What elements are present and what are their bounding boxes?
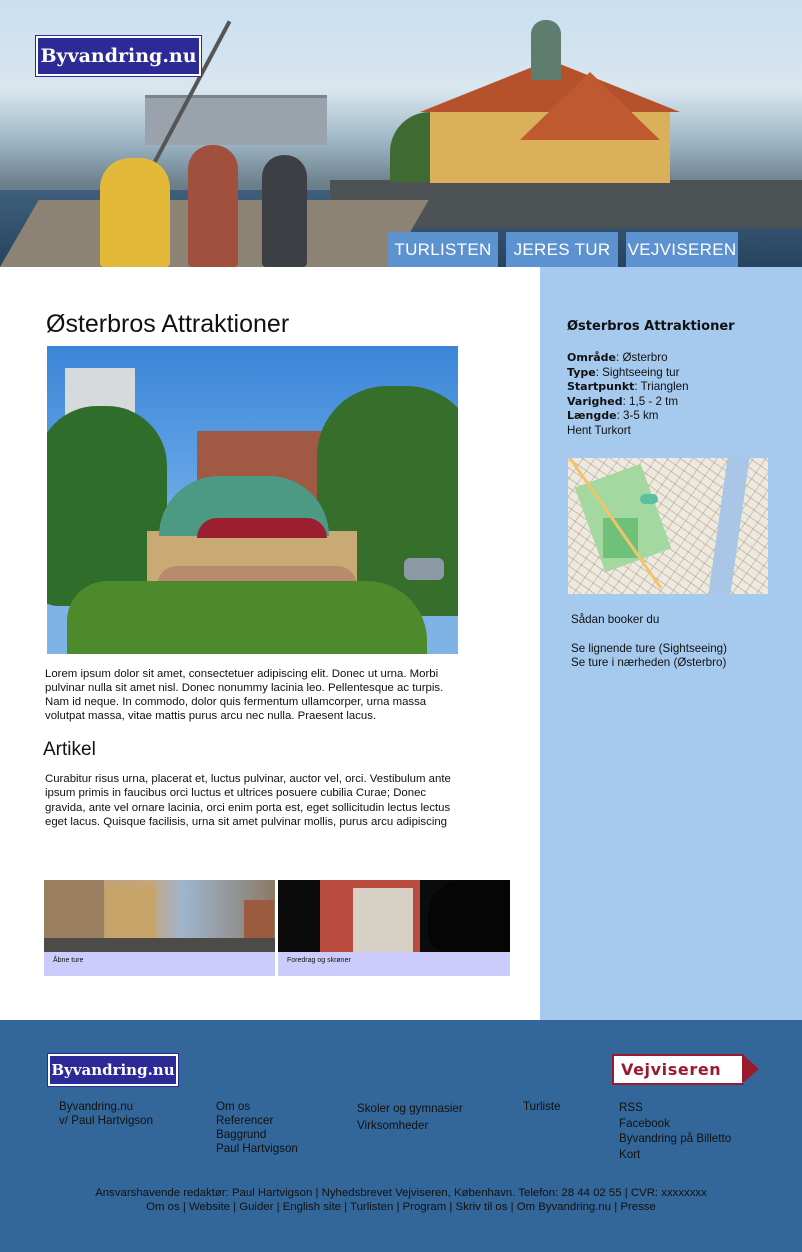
sidebar: Østerbros Attraktioner Område: Østerbro … bbox=[540, 267, 802, 1020]
footer-link-virksomheder[interactable]: Virksomheder bbox=[357, 1117, 463, 1134]
area-map[interactable] bbox=[568, 458, 768, 594]
footer-sitelinks[interactable]: Om os | Website | Guider | English site … bbox=[0, 1201, 802, 1213]
vejviseren-badge[interactable]: Vejviseren bbox=[612, 1054, 759, 1085]
info-varighed: Varighed: 1,5 - 2 tm bbox=[567, 394, 678, 408]
hero-plants bbox=[67, 581, 427, 654]
footer-link-paul[interactable]: Paul Hartvigson bbox=[216, 1142, 298, 1156]
footer-link-om-os[interactable]: Om os bbox=[216, 1100, 298, 1114]
intro-paragraph: Lorem ipsum dolor sit amet, consectetuer… bbox=[45, 668, 444, 722]
footer-logo[interactable]: Byvandring.nu bbox=[47, 1053, 179, 1087]
turkort-link[interactable]: Hent Turkort bbox=[567, 424, 689, 439]
main-content: Østerbros Attraktioner Lorem ipsum dolor… bbox=[0, 267, 540, 1020]
nav-vejviseren[interactable]: VEJVISEREN bbox=[626, 232, 738, 267]
footer-link-kort[interactable]: Kort bbox=[619, 1147, 731, 1163]
footer: Byvandring.nu Vejviseren Byvandring.nu v… bbox=[0, 1020, 802, 1252]
header-banner: Byvandring.nu TURLISTEN JERES TUR VEJVIS… bbox=[0, 0, 802, 267]
nav-jeres-tur[interactable]: JERES TUR bbox=[506, 232, 618, 267]
card-abne-ture[interactable]: Åbne ture bbox=[44, 880, 275, 976]
article-heading: Artikel bbox=[43, 739, 96, 760]
card-label: Foredrag og skrøner bbox=[287, 957, 351, 964]
footer-imprint: Ansvarshavende redaktør: Paul Hartvigson… bbox=[95, 1187, 707, 1199]
banner-cyclist bbox=[262, 155, 307, 267]
footer-col-tours: Turliste bbox=[523, 1100, 561, 1114]
info-omrade: Område: Østerbro bbox=[567, 351, 668, 364]
site-logo[interactable]: Byvandring.nu bbox=[35, 35, 202, 77]
article-paragraph: Curabitur risus urna, placerat et, luctu… bbox=[45, 773, 451, 829]
info-startpunkt: Startpunkt: Trianglen bbox=[567, 380, 689, 393]
tour-info: Område: Østerbro Type: Sightseeing tur S… bbox=[567, 351, 689, 438]
footer-link-billetto[interactable]: Byvandring på Billetto bbox=[619, 1131, 731, 1147]
banner-person-yellow bbox=[100, 158, 170, 267]
similar-tours-link[interactable]: Se lignende ture (Sightseeing) bbox=[571, 642, 727, 655]
footer-link-skoler[interactable]: Skoler og gymnasier bbox=[357, 1100, 463, 1117]
nav-turlisten[interactable]: TURLISTEN bbox=[388, 232, 498, 267]
footer-col-social: RSS Facebook Byvandring på Billetto Kort bbox=[619, 1100, 731, 1162]
hero-umbrella bbox=[197, 518, 327, 538]
arrow-right-icon bbox=[742, 1054, 759, 1084]
footer-link-turliste[interactable]: Turliste bbox=[523, 1100, 561, 1114]
banner-roof-gable bbox=[520, 72, 660, 140]
footer-col-contact: Byvandring.nu v/ Paul Hartvigson bbox=[59, 1100, 154, 1127]
footer-link-facebook[interactable]: Facebook bbox=[619, 1116, 731, 1132]
hero-car bbox=[404, 558, 444, 580]
nearby-tours-link[interactable]: Se ture i nærheden (Østerbro) bbox=[571, 656, 726, 669]
footer-col-about: Om os Referencer Baggrund Paul Hartvigso… bbox=[216, 1100, 298, 1156]
vejviseren-label: Vejviseren bbox=[612, 1054, 744, 1085]
page-title: Østerbros Attraktioner bbox=[46, 310, 290, 338]
sidebar-title: Østerbros Attraktioner bbox=[567, 319, 735, 334]
booking-link[interactable]: Sådan booker du bbox=[571, 613, 659, 626]
card-label: Åbne ture bbox=[53, 957, 84, 964]
card-street-photo bbox=[44, 880, 275, 952]
footer-link-referencer[interactable]: Referencer bbox=[216, 1114, 298, 1128]
footer-col-groups: Skoler og gymnasier Virksomheder bbox=[357, 1100, 463, 1134]
banner-person-red bbox=[188, 145, 238, 267]
footer-link-baggrund[interactable]: Baggrund bbox=[216, 1128, 298, 1142]
footer-link-rss[interactable]: RSS bbox=[619, 1100, 731, 1116]
card-nyhavn-photo bbox=[278, 880, 510, 952]
banner-tower bbox=[531, 20, 561, 80]
info-laengde: Længde: 3-5 km bbox=[567, 409, 659, 422]
banner-warehouse bbox=[145, 95, 327, 145]
hero-photo bbox=[47, 346, 458, 654]
card-foredrag[interactable]: Foredrag og skrøner bbox=[278, 880, 510, 976]
info-type: Type: Sightseeing tur bbox=[567, 365, 680, 379]
